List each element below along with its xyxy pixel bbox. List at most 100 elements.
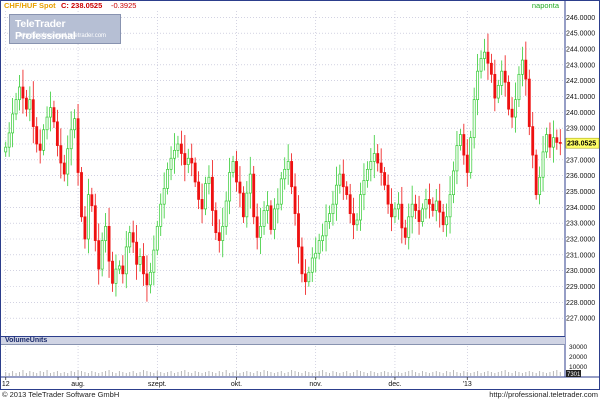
candle-body: [448, 194, 452, 218]
candle-body: [286, 161, 290, 170]
price-tick-label: 240.0000: [566, 110, 595, 117]
candle-body: [476, 70, 480, 101]
footer: © 2013 TeleTrader Software GmbH http://p…: [0, 390, 600, 400]
candle-body: [100, 240, 104, 270]
candle-body: [62, 162, 66, 175]
candle-body: [204, 183, 207, 210]
candle-body: [479, 58, 483, 72]
candle-body: [166, 168, 170, 189]
candle-body: [369, 161, 373, 170]
candle-body: [117, 265, 121, 270]
candle-body: [169, 157, 173, 170]
teletrader-logo: TeleTrader Professional http://professio…: [9, 14, 121, 44]
candle-body: [255, 216, 259, 238]
candle-body: [541, 151, 545, 178]
candle-body: [24, 97, 28, 110]
candle-body: [341, 173, 345, 188]
candle-body: [534, 154, 538, 196]
price-tick-label: 234.0000: [566, 205, 595, 212]
candle-body: [49, 107, 52, 118]
candle-body: [307, 271, 311, 283]
candle-body: [173, 149, 176, 159]
candle-body: [217, 232, 221, 241]
candle-body: [489, 62, 493, 75]
candle-body: [548, 134, 552, 148]
candle-body: [510, 108, 514, 118]
candle-body: [42, 129, 46, 151]
candle-body: [152, 249, 156, 273]
candle-body: [352, 213, 356, 226]
candle-body: [28, 99, 32, 110]
copyright-text: © 2013 TeleTrader Software GmbH: [2, 390, 120, 399]
candle-body: [104, 225, 108, 241]
volume-current-label: 7301: [567, 372, 581, 378]
candle-body: [455, 145, 459, 172]
price-tick-label: 230.0000: [566, 268, 595, 275]
candle-body: [338, 173, 342, 186]
volume-tick-label: 10000: [569, 364, 587, 371]
volume-panel-label: VolumeUnits: [1, 336, 565, 345]
candle-body: [114, 268, 118, 284]
candle-body: [328, 213, 331, 222]
price-axis: 227.0000 228.0000 229.0000 230.0000 231.0000…: [1, 1, 600, 378]
date-tick-label: dec.: [388, 381, 401, 388]
candle-body: [83, 216, 87, 240]
price-tick-label: 228.0000: [566, 300, 595, 307]
candle-body: [472, 99, 476, 139]
candle-body: [500, 70, 504, 86]
candle-body: [80, 172, 83, 218]
last-price-label: 238.0525: [567, 141, 596, 148]
footer-url[interactable]: http://professional.teletrader.com: [489, 390, 598, 400]
candle-body: [214, 210, 218, 234]
candle-body: [210, 176, 214, 211]
candle-body: [283, 168, 287, 180]
candle-body: [59, 145, 63, 164]
candle-body: [11, 113, 15, 134]
candle-body: [300, 246, 304, 275]
candle-body: [303, 273, 307, 283]
candle-body: [176, 143, 180, 151]
date-tick-label: '13: [463, 381, 472, 388]
candle-body: [55, 121, 59, 146]
candle-body: [186, 157, 190, 165]
price-tick-label: 229.0000: [566, 284, 595, 291]
candle-body: [431, 203, 435, 211]
candle-body: [393, 208, 397, 218]
candle-body: [348, 194, 352, 215]
date-tick-label: 12: [2, 381, 10, 388]
candle-body: [310, 257, 314, 273]
candle-body: [331, 203, 335, 215]
price-tick-label: 232.0000: [566, 237, 595, 244]
candle-body: [18, 86, 21, 101]
candle-body: [558, 142, 562, 144]
candle-body: [403, 227, 407, 238]
candle-body: [179, 143, 183, 154]
candle-body: [379, 162, 383, 173]
candle-body: [66, 148, 70, 175]
candle-body: [396, 203, 400, 210]
price-tick-label: 243.0000: [566, 62, 595, 69]
candle-body: [376, 153, 380, 164]
candle-body: [193, 162, 197, 183]
candle-body: [434, 200, 438, 211]
candle-body: [359, 194, 362, 221]
candle-body: [235, 161, 238, 183]
candle-body: [293, 186, 297, 215]
candle-body: [527, 78, 531, 127]
candle-body: [200, 199, 204, 210]
candle-body: [131, 232, 135, 243]
candle-body: [14, 99, 18, 115]
price-tick-label: 242.0000: [566, 78, 595, 85]
candle-body: [31, 99, 35, 127]
candle-body: [52, 107, 56, 123]
logo-url: http://professional.teletrader.com: [19, 33, 107, 39]
candle-body: [128, 232, 132, 248]
candle-body: [162, 187, 166, 205]
candle-body: [462, 134, 466, 156]
candle-body: [135, 241, 139, 265]
candle-body: [551, 137, 555, 148]
candle-body: [390, 203, 393, 218]
candle-body: [321, 235, 325, 241]
candle-body: [414, 203, 418, 211]
candle-body: [334, 184, 338, 205]
